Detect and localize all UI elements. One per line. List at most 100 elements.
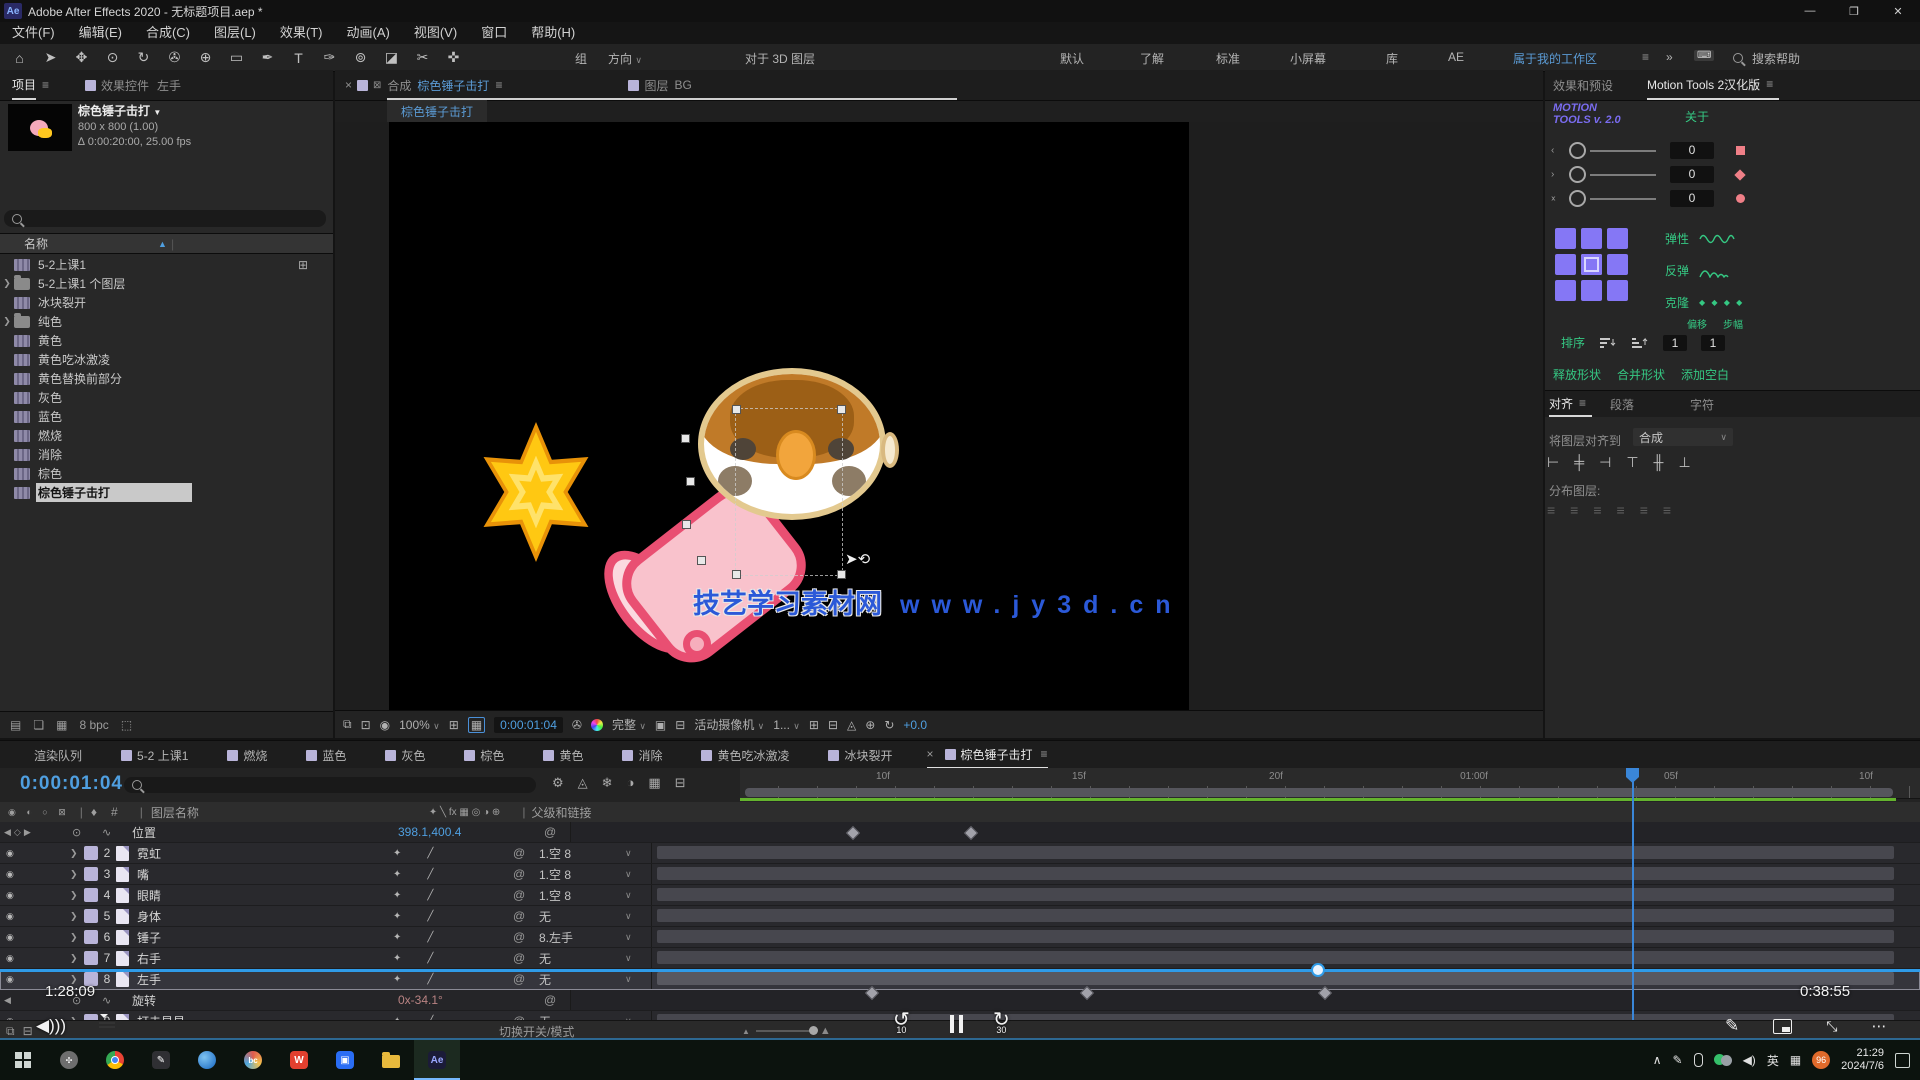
brainstorm-icon[interactable]: ⊟ [675,775,686,791]
eye-icon[interactable]: ◉ [6,932,24,943]
slider-handle[interactable] [1569,166,1586,183]
new-folder-icon[interactable]: ❏ [33,718,44,732]
layer-duration-bar[interactable] [657,972,1894,985]
align-to-dropdown[interactable]: 合成∨ [1633,428,1733,446]
clone-button[interactable]: 克隆 [1665,294,1689,311]
menu-item[interactable]: 帮助(H) [519,22,587,44]
menu-item[interactable]: 文件(F) [0,22,67,44]
align-icon[interactable]: ⊣ [1599,454,1611,471]
delete-icon[interactable]: ⬚ [121,718,132,732]
parent-dropdown[interactable]: 8.左手 [539,929,625,946]
tray-badge-96[interactable]: 96 [1812,1051,1830,1069]
taskbar-app-blue-square[interactable]: ▣ [322,1040,368,1080]
megaphone-knob[interactable] [683,630,711,658]
star-shape[interactable] [475,422,597,562]
puppet-pin-tool[interactable]: ✜ [438,46,469,70]
keyframe-square-icon[interactable] [1736,146,1745,155]
workspace-standard[interactable]: 标准 [1216,50,1240,67]
workspace-bar-icon[interactable]: ⌨ [1694,50,1714,61]
position-value[interactable]: 398.1,400.4 [398,825,544,839]
active-camera-dropdown[interactable]: 活动摄像机 ∨ [694,716,764,733]
timeline-tab[interactable]: 蓝色 [301,741,346,769]
timeline-tab[interactable]: 5-2 上课1 [116,741,188,769]
stopwatch-icon[interactable]: ⊙ [72,826,102,839]
eye-icon[interactable]: ◉ [6,848,24,859]
transparency-grid-icon[interactable]: ⊟ [675,718,685,732]
slider-value-field[interactable]: 0 [1670,142,1714,159]
layer-color-chip[interactable] [84,846,98,860]
show-channel-icon[interactable] [591,719,603,731]
project-item[interactable]: ❯ 纯色 [0,312,333,331]
layer-track[interactable] [651,969,1920,989]
brush-tool[interactable]: ✑ [314,46,345,70]
pickwhip-icon[interactable]: @ [513,909,539,923]
twirl-icon[interactable]: ❯ [0,278,14,289]
layer-color-chip[interactable] [84,951,98,965]
timeline-tab[interactable]: 渲染队列 [34,741,82,769]
view-layout-dropdown[interactable]: 1... ∨ [773,718,800,732]
workspace-default[interactable]: 默认 [1060,50,1084,67]
taskbar-app-browser-bc[interactable]: bc [230,1040,276,1080]
project-item[interactable]: ❯ 冰块裂开 [0,293,333,312]
parent-caret-icon[interactable]: ∨ [625,932,651,943]
keyframe-navigator[interactable]: ◀◇▶ [4,827,38,838]
magnification-dropdown[interactable]: 100% ∨ [399,718,440,732]
close-button[interactable]: ✕ [1876,0,1920,22]
distribute-icon[interactable]: ≡ [1617,502,1625,518]
align-icon[interactable]: ⊤ [1626,454,1638,471]
about-button[interactable]: 关于 [1685,108,1709,125]
player-progress-handle[interactable] [1311,963,1325,977]
align-icon[interactable]: ⊢ [1547,454,1559,471]
property-name[interactable]: 旋转 [132,992,398,1009]
project-item[interactable]: ❯ 棕色锤子击打 [0,483,333,502]
primary-viewer-icon[interactable]: ⊡ [361,718,371,732]
name-column-header[interactable]: 名称 [24,235,48,252]
sort-up-icon[interactable] [1631,336,1649,350]
tab-effects-presets[interactable]: 效果和预设 [1553,77,1613,94]
rectangle-tool[interactable]: ▭ [221,46,252,70]
layer-switches[interactable]: ✦╱ [393,932,513,943]
switches-column-icons[interactable]: ✦ ╲ fx ▦ ◎ ◑ ⊕ [429,807,500,818]
parent-caret-icon[interactable]: ∨ [625,869,651,880]
close-viewer-icon[interactable]: × [345,78,352,92]
layer-switches[interactable]: ✦╱ [393,848,513,859]
roi-icon[interactable]: ▣ [655,718,666,732]
project-item[interactable]: ❯ 黄色替换前部分 [0,369,333,388]
project-search-input[interactable] [4,210,326,227]
pickwhip-icon[interactable]: @ [513,888,539,902]
add-blank-button[interactable]: 添加空白 [1681,366,1729,383]
notification-center-icon[interactable] [1895,1053,1910,1068]
merge-shapes-button[interactable]: 合并形状 [1617,366,1665,383]
layer-name[interactable]: 右手 [137,950,385,967]
motion-blur-icon[interactable]: ◑ [627,775,635,791]
layer-track[interactable] [651,864,1920,884]
tray-expand-icon[interactable]: ∧ [1653,1053,1662,1067]
timeline-current-time[interactable]: 0:00:01:04 [20,773,123,795]
project-item[interactable]: ❯ 黄色吃冰激凌 [0,350,333,369]
layer-duration-bar[interactable] [657,951,1894,964]
distribute-icon[interactable]: ≡ [1593,502,1601,518]
timeline-tab[interactable]: 棕色锤子击打 [927,741,1048,769]
tab-project[interactable]: 项目 [12,70,36,100]
comp-viewer-menu-icon[interactable]: ≡ [495,78,502,92]
comp-mini-flowchart-icon[interactable]: ⚙ [552,775,564,791]
interpret-footage-icon[interactable]: ▤ [10,718,21,732]
taskbar-app-after-effects[interactable]: Ae [414,1040,460,1080]
shrink-icon[interactable]: ⤡ [1826,1018,1837,1035]
parent-caret-icon[interactable]: ∨ [625,911,651,922]
layer-track[interactable] [651,843,1920,863]
start-button[interactable] [0,1040,46,1080]
shy-icon[interactable]: ◬ [578,775,588,791]
tray-volume-icon[interactable]: ◀) [1743,1053,1756,1067]
bounce-button[interactable]: 反弹 [1665,262,1689,279]
layer-color-chip[interactable] [84,930,98,944]
parent-caret-icon[interactable]: ∨ [625,848,651,859]
menu-item[interactable]: 效果(T) [268,22,335,44]
pickwhip-icon[interactable]: @ [544,825,570,839]
taskbar-clock[interactable]: 21:29 2024/7/6 [1841,1047,1884,1073]
pen-tool[interactable]: ✒ [252,46,283,70]
layer-color-chip[interactable] [84,888,98,902]
reset-exposure-icon[interactable]: ↻ [884,718,894,732]
tab-character[interactable]: 字符 [1690,396,1714,413]
property-track[interactable] [570,990,1920,1010]
